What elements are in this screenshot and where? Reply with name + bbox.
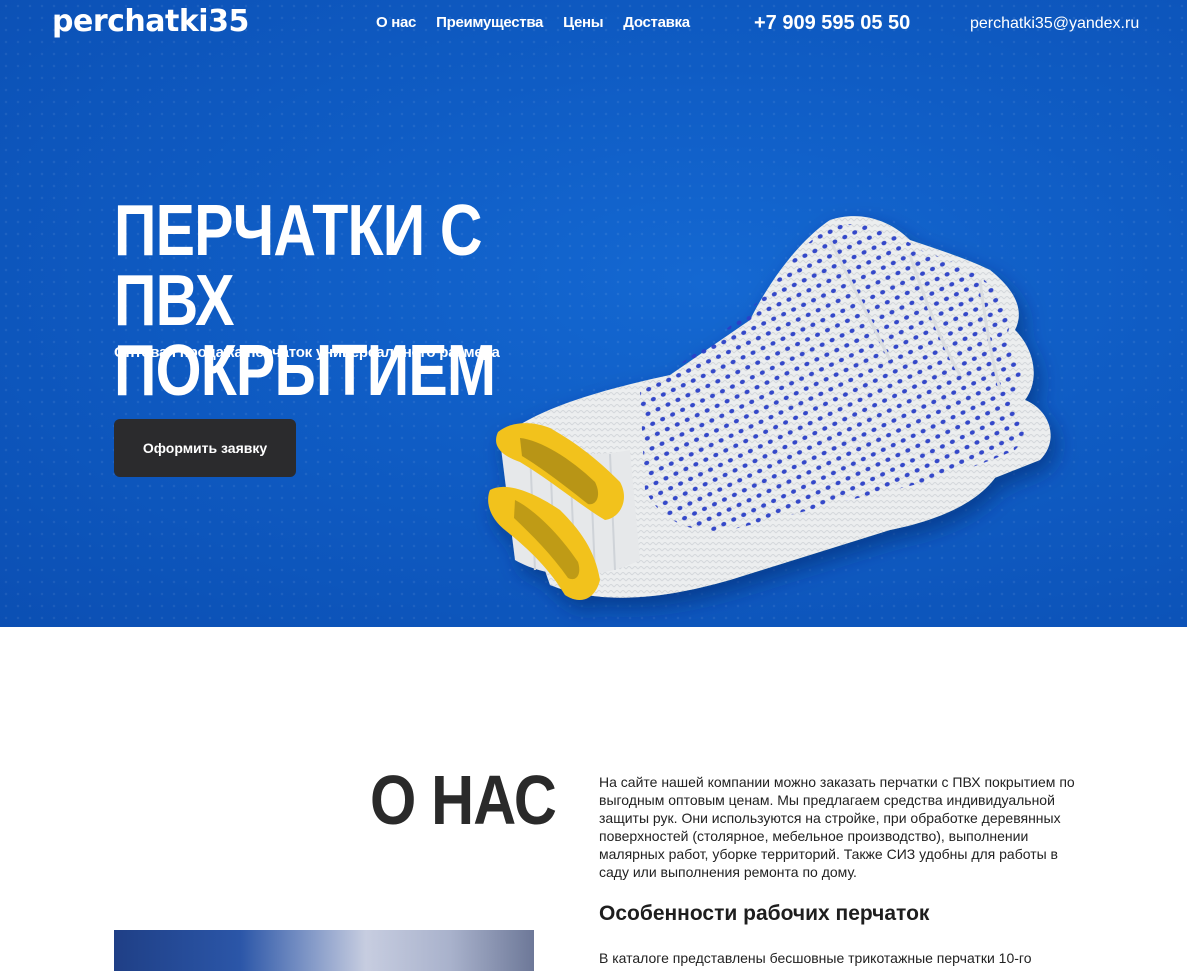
phone-link[interactable]: +7 909 595 05 50 [754, 12, 910, 35]
site-logo[interactable]: perchatki35 [52, 4, 249, 39]
glove-product-image [470, 200, 1090, 627]
features-title: Особенности рабочих перчаток [599, 902, 930, 925]
top-navigation-bar: perchatki35 О нас Преимущества Цены Дост… [0, 0, 1187, 48]
hero-section: perchatki35 О нас Преимущества Цены Дост… [0, 0, 1187, 627]
features-description: В каталоге представлены бесшовные трикот… [599, 950, 1032, 971]
about-description: На сайте нашей компании можно заказать п… [599, 774, 1075, 880]
main-nav: О нас Преимущества Цены Доставка [376, 14, 690, 31]
nav-link-delivery[interactable]: Доставка [623, 14, 690, 31]
email-link[interactable]: perchatki35@yandex.ru [970, 15, 1139, 33]
about-photo-gloves [114, 930, 534, 971]
nav-link-about[interactable]: О нас [376, 14, 416, 31]
about-title: О НАС [370, 761, 557, 839]
nav-link-prices[interactable]: Цены [563, 14, 603, 31]
order-request-button[interactable]: Оформить заявку [114, 419, 296, 477]
hero-subtitle: Оптовая продажа перчаток универсального … [114, 344, 500, 361]
nav-link-advantages[interactable]: Преимущества [436, 14, 543, 31]
